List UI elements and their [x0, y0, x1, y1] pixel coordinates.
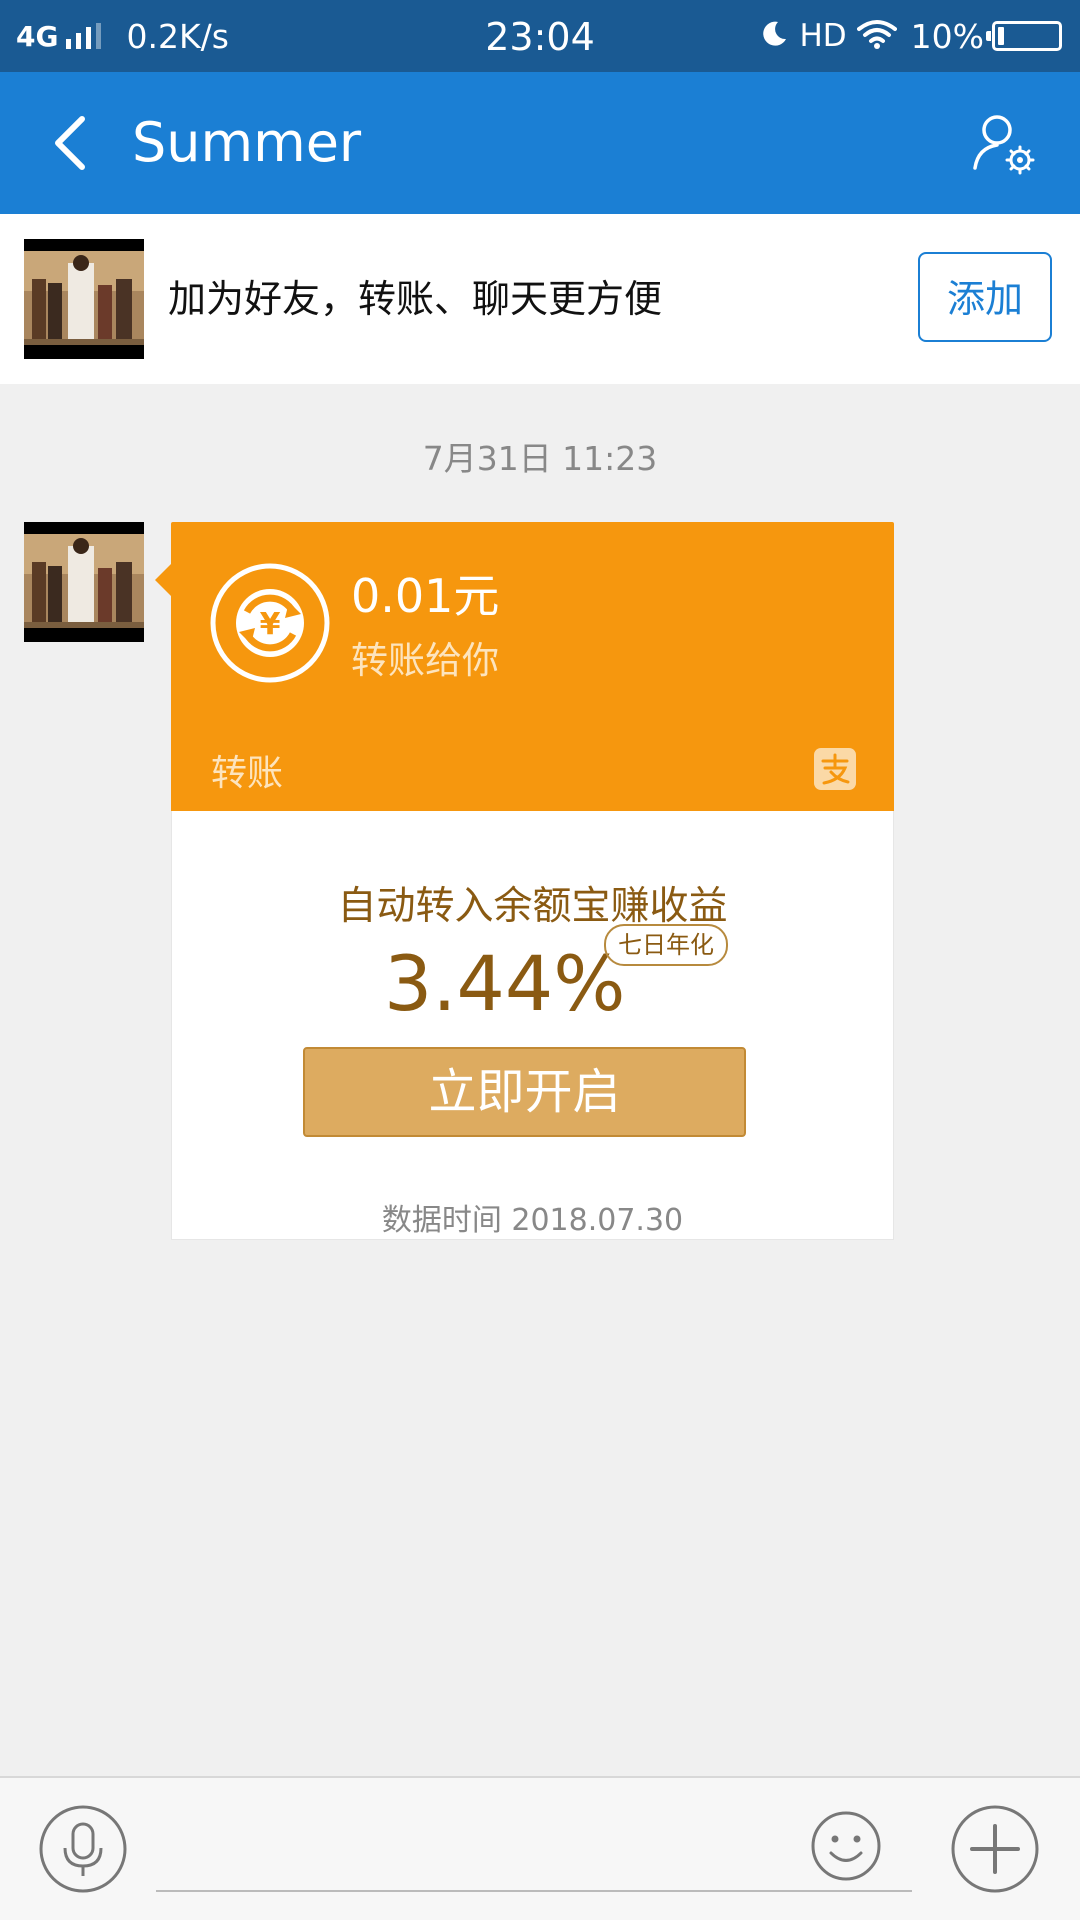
open-now-button[interactable]: 立即开启	[303, 1047, 746, 1137]
rate-badge: 七日年化	[604, 924, 728, 966]
emoji-button[interactable]	[810, 1810, 882, 1882]
transfer-yuan-icon: ¥	[209, 562, 331, 684]
input-bar	[0, 1776, 1080, 1920]
avatar-photo	[24, 522, 144, 642]
plus-icon	[951, 1805, 1039, 1893]
page-title: Summer	[132, 111, 362, 174]
battery-level	[998, 27, 1004, 45]
wifi-icon	[856, 18, 897, 54]
message-timestamp: 7月31日 11:23	[422, 439, 658, 478]
annual-rate: 3.44%	[384, 939, 626, 1028]
transfer-subtitle: 转账给你	[351, 639, 499, 682]
message-input[interactable]	[156, 1800, 912, 1892]
add-friend-banner: 加为好友，转账、聊天更方便 添加	[0, 214, 1080, 384]
transfer-type-label: 转账	[211, 753, 284, 794]
user-settings-icon	[973, 115, 1035, 175]
add-friend-text: 加为好友，转账、聊天更方便	[168, 277, 663, 321]
data-time: 数据时间 2018.07.30	[381, 1203, 684, 1238]
moon-icon	[759, 19, 789, 53]
voice-button[interactable]	[38, 1804, 128, 1894]
back-button[interactable]	[30, 102, 110, 184]
alipay-icon	[814, 748, 856, 790]
profile-settings-button[interactable]	[962, 102, 1044, 184]
more-button[interactable]	[950, 1804, 1040, 1894]
status-bar: 4G 0.2K/s 23:04 HD 10%	[0, 0, 1080, 72]
status-right: HD 10%	[749, 0, 1062, 72]
avatar-photo	[24, 239, 144, 359]
svg-text:¥: ¥	[260, 607, 281, 642]
add-friend-button[interactable]: 添加	[918, 252, 1052, 342]
promo-title: 自动转入余额宝赚收益	[337, 884, 728, 929]
microphone-icon	[39, 1805, 127, 1893]
transfer-message-card[interactable]: ¥ 0.01元 转账给你 转账 自动转入余额宝赚收益 3.44% 七日年化 立即…	[155, 522, 894, 1240]
hd-indicator: HD	[799, 18, 847, 54]
yuebao-promo: 自动转入余额宝赚收益 3.44% 七日年化 立即开启 数据时间 2018.07.…	[171, 811, 894, 1240]
transfer-amount: 0.01元	[351, 569, 500, 623]
sender-avatar[interactable]	[24, 522, 144, 642]
chat-header: Summer	[0, 72, 1080, 214]
smiley-icon	[811, 1811, 881, 1881]
battery-icon	[986, 21, 1062, 51]
battery-percent: 10%	[910, 16, 984, 56]
transfer-card-header[interactable]: ¥ 0.01元 转账给你 转账	[155, 522, 894, 811]
chevron-left-icon	[55, 116, 85, 170]
avatar[interactable]	[24, 239, 144, 359]
